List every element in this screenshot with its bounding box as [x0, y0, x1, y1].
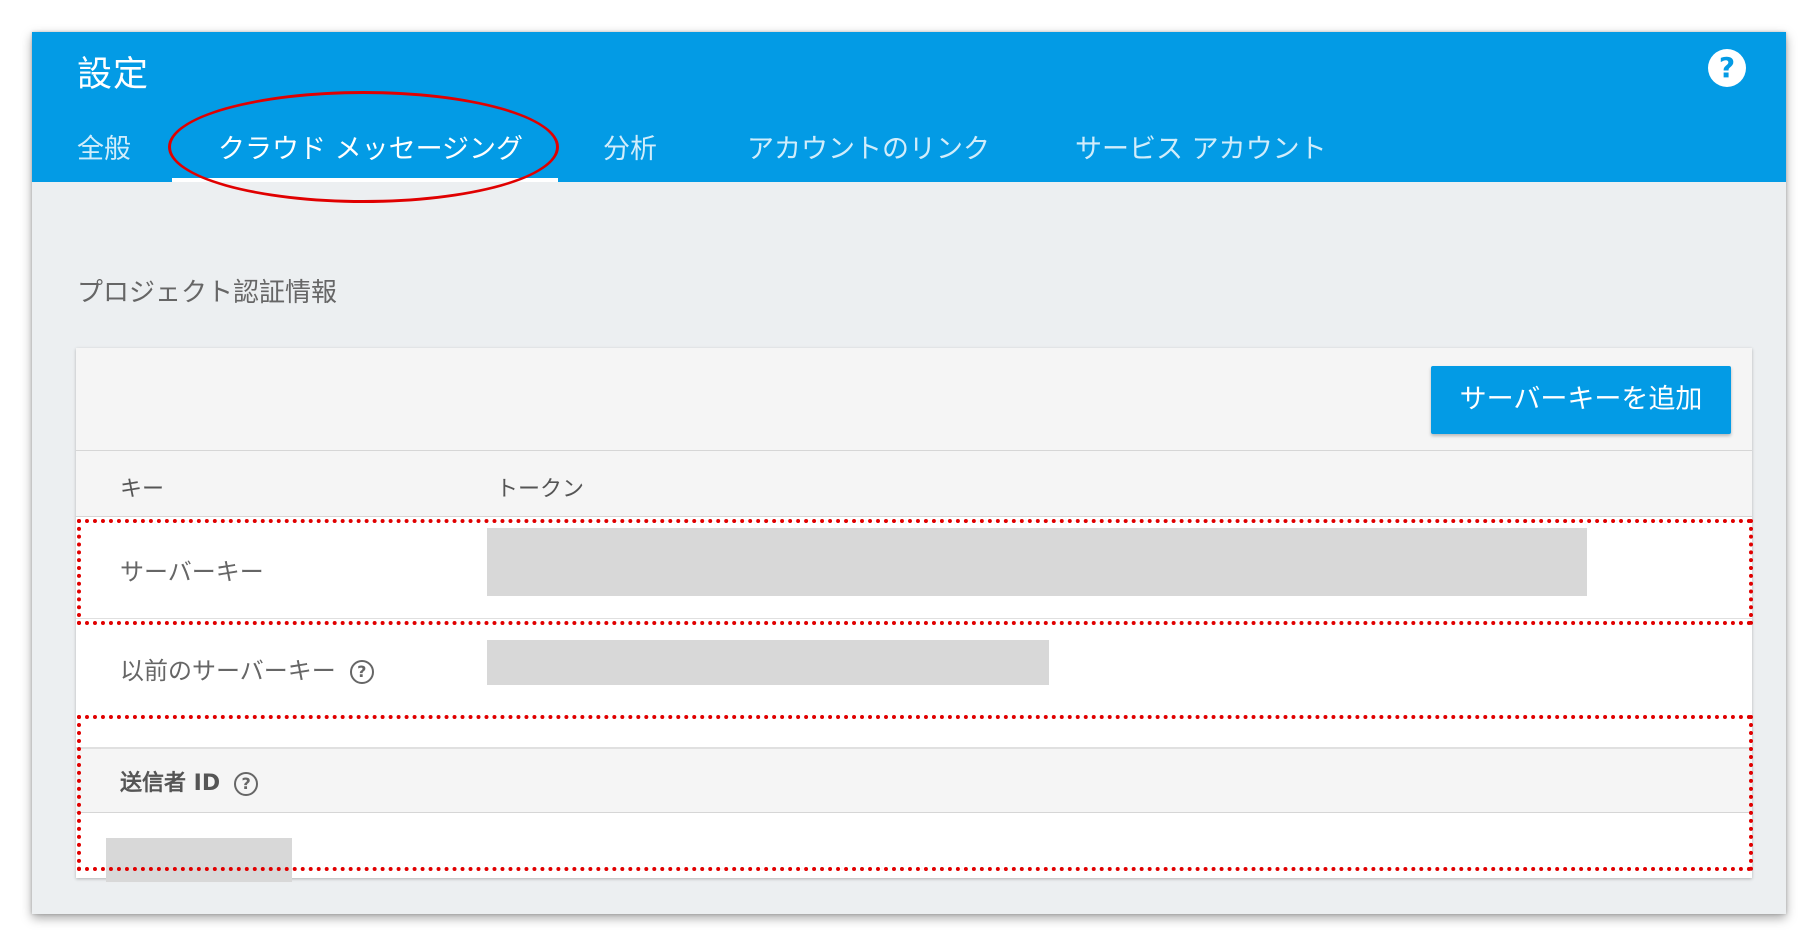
server-key-token-redacted[interactable] — [487, 528, 1587, 596]
legacy-server-key-token-redacted[interactable] — [487, 640, 1049, 685]
tab-account-linking[interactable]: アカウントのリンク — [747, 122, 990, 182]
column-header-token: トークン — [496, 477, 585, 502]
tab-service-accounts[interactable]: サービス アカウント — [1075, 122, 1327, 182]
table-header: キー トークン — [76, 451, 1752, 517]
legacy-server-key-text: 以前のサーバーキー — [120, 657, 336, 685]
app-header: 設定 ? 全般 クラウド メッセージング 分析 アカウントのリンク サービス ア… — [32, 32, 1786, 182]
legacy-server-key-label: 以前のサーバーキー? — [120, 651, 374, 686]
tab-general[interactable]: 全般 — [77, 122, 131, 182]
settings-window: 設定 ? 全般 クラウド メッセージング 分析 アカウントのリンク サービス ア… — [32, 32, 1786, 914]
add-server-key-button[interactable]: サーバーキーを追加 — [1431, 366, 1731, 434]
sender-id-text: 送信者 ID — [120, 771, 221, 796]
section-title: プロジェクト認証情報 — [77, 278, 338, 308]
sender-id-label: 送信者 ID? — [120, 765, 259, 797]
help-icon[interactable]: ? — [1708, 49, 1746, 87]
column-header-key: キー — [120, 477, 165, 502]
table-row: 以前のサーバーキー? — [76, 619, 1752, 748]
help-icon[interactable]: ? — [234, 772, 259, 796]
tab-cloud-messaging[interactable]: クラウド メッセージング — [218, 122, 523, 182]
server-key-label: サーバーキー — [120, 558, 264, 586]
credentials-card: サーバーキーを追加 キー トークン サーバーキー 以前のサーバーキー? 送信者 … — [76, 348, 1752, 882]
table-row: サーバーキー — [76, 517, 1752, 619]
active-tab-indicator — [172, 178, 558, 182]
card-toolbar: サーバーキーを追加 — [76, 348, 1752, 451]
tab-analytics[interactable]: 分析 — [603, 122, 657, 182]
page-title: 設定 — [77, 55, 150, 95]
sender-id-header: 送信者 ID? — [76, 748, 1752, 813]
tab-bar: 全般 クラウド メッセージング 分析 アカウントのリンク サービス アカウント — [32, 122, 1786, 182]
sender-id-value-redacted[interactable] — [106, 838, 292, 882]
help-icon[interactable]: ? — [349, 660, 374, 684]
